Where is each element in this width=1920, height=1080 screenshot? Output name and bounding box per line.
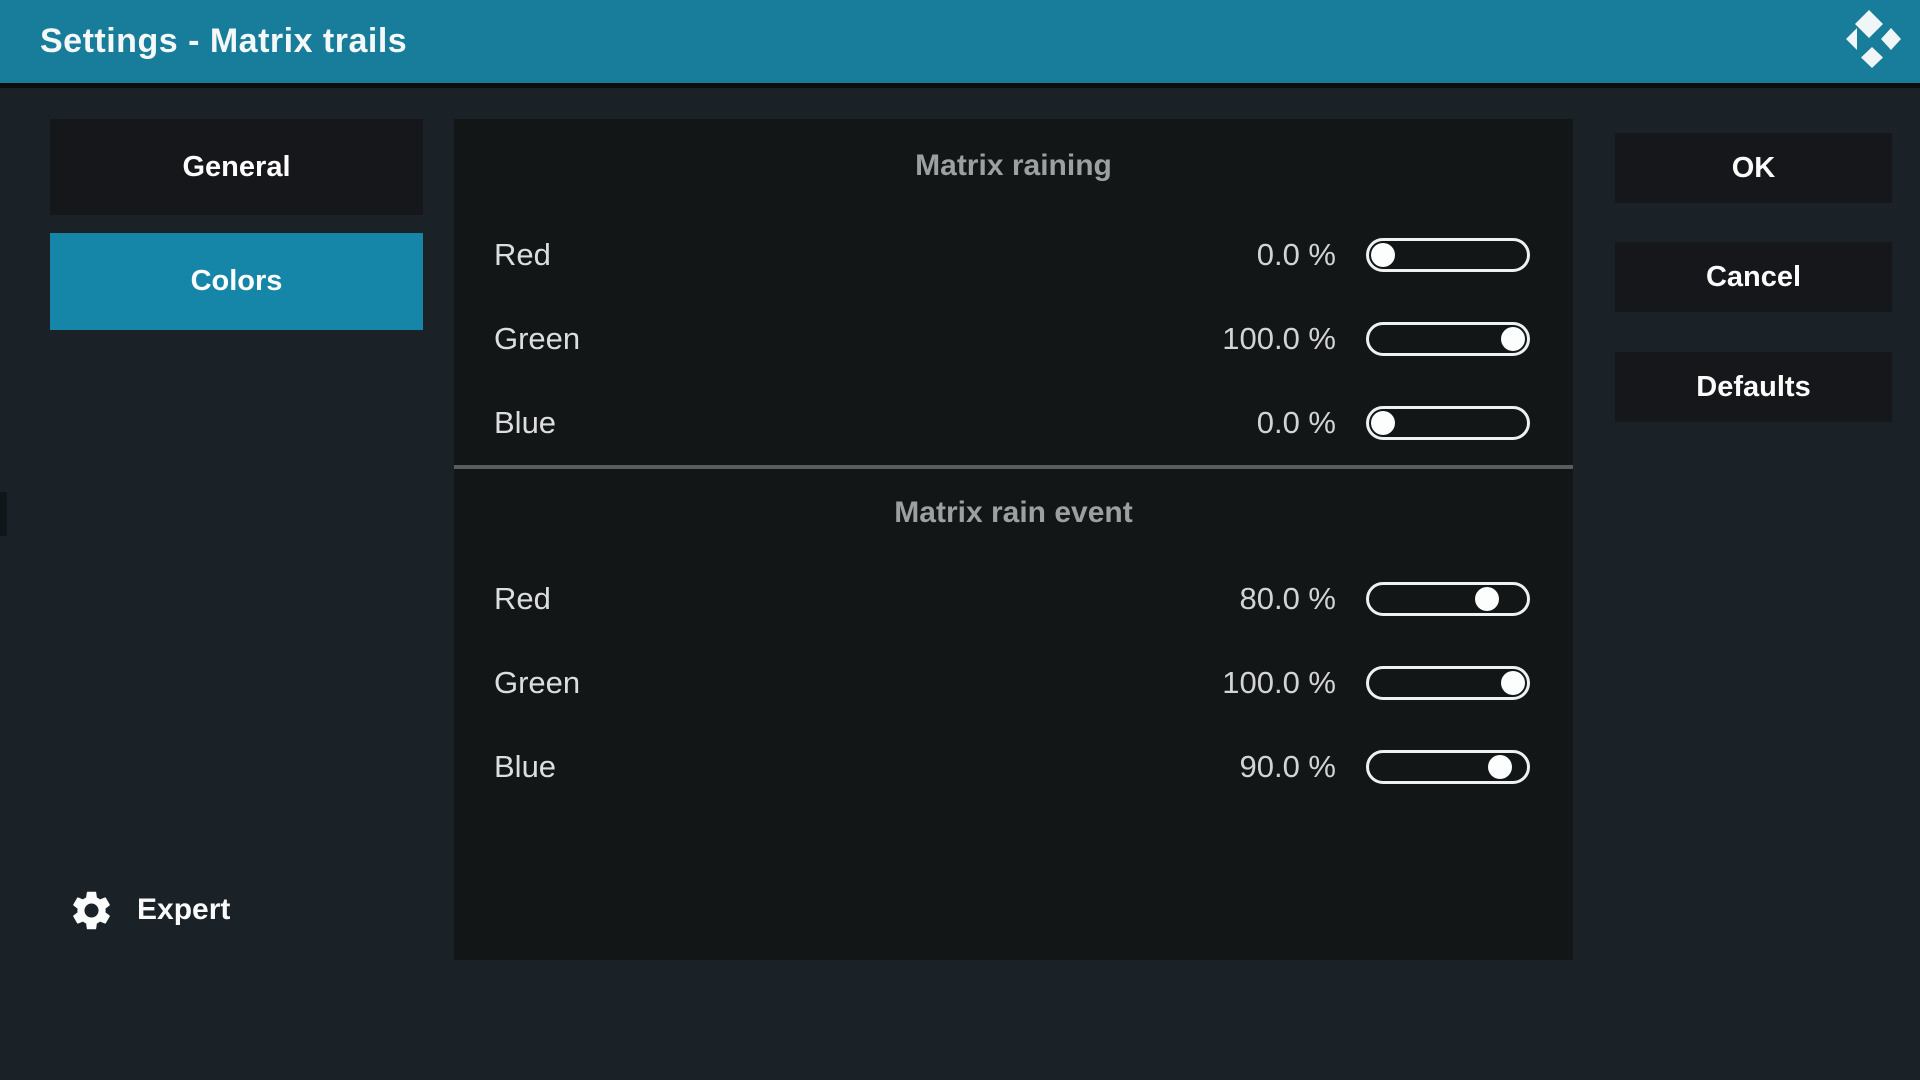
settings-level-toggle[interactable]: Expert	[68, 884, 230, 936]
setting-row-raining-green[interactable]: Green 100.0 %	[454, 297, 1573, 381]
setting-label: Green	[494, 665, 580, 701]
slider-knob[interactable]	[1488, 755, 1512, 779]
slider-event-green[interactable]	[1366, 666, 1530, 700]
setting-row-raining-red[interactable]: Red 0.0 %	[454, 213, 1573, 297]
slider-knob[interactable]	[1501, 327, 1525, 351]
slider-raining-green[interactable]	[1366, 322, 1530, 356]
dialog-header: Settings - Matrix trails	[0, 0, 1920, 83]
setting-label: Red	[494, 581, 551, 617]
setting-row-raining-blue[interactable]: Blue 0.0 %	[454, 381, 1573, 465]
slider-knob[interactable]	[1371, 243, 1395, 267]
cancel-button[interactable]: Cancel	[1615, 242, 1892, 312]
slider-knob[interactable]	[1371, 411, 1395, 435]
sidebar-item-colors[interactable]: Colors	[50, 233, 423, 330]
section-title-matrix-rain-event: Matrix rain event	[454, 469, 1573, 557]
slider-raining-blue[interactable]	[1366, 406, 1530, 440]
setting-value: 90.0 %	[1206, 749, 1336, 785]
settings-level-label: Expert	[137, 893, 230, 927]
defaults-button[interactable]: Defaults	[1615, 352, 1892, 422]
setting-label: Green	[494, 321, 580, 357]
setting-value: 80.0 %	[1206, 581, 1336, 617]
settings-dialog: Settings - Matrix trails General Colors …	[0, 0, 1920, 1080]
setting-value: 0.0 %	[1206, 237, 1336, 273]
setting-row-event-red[interactable]: Red 80.0 %	[454, 557, 1573, 641]
slider-event-red[interactable]	[1366, 582, 1530, 616]
setting-value: 0.0 %	[1206, 405, 1336, 441]
setting-label: Blue	[494, 405, 556, 441]
slider-knob[interactable]	[1475, 587, 1499, 611]
dialog-title: Settings - Matrix trails	[40, 0, 407, 83]
kodi-logo-icon	[1845, 10, 1901, 68]
setting-label: Blue	[494, 749, 556, 785]
slider-knob[interactable]	[1501, 671, 1525, 695]
setting-label: Red	[494, 237, 551, 273]
ok-button[interactable]: OK	[1615, 133, 1892, 203]
header-divider	[0, 83, 1920, 88]
slider-event-blue[interactable]	[1366, 750, 1530, 784]
edge-artifact	[0, 492, 7, 536]
setting-row-event-blue[interactable]: Blue 90.0 %	[454, 725, 1573, 809]
setting-row-event-green[interactable]: Green 100.0 %	[454, 641, 1573, 725]
sidebar-item-general[interactable]: General	[50, 119, 423, 215]
setting-value: 100.0 %	[1206, 321, 1336, 357]
setting-value: 100.0 %	[1206, 665, 1336, 701]
gear-icon	[68, 887, 115, 934]
section-title-matrix-raining: Matrix raining	[454, 119, 1573, 213]
settings-panel: Matrix raining Red 0.0 % Green 100.0 % B…	[454, 119, 1573, 960]
slider-raining-red[interactable]	[1366, 238, 1530, 272]
